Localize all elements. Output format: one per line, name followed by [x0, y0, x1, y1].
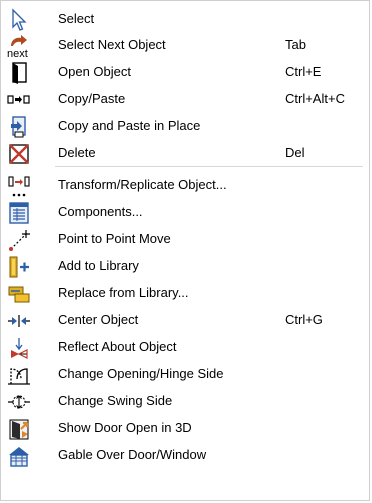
menu-item-shortcut: Ctrl+G: [285, 312, 323, 327]
context-menu: Select next Select Next Object Tab Open …: [0, 0, 370, 501]
menu-item-show-door-open-3d[interactable]: Show Door Open in 3D: [1, 415, 369, 442]
copy-paste-in-place-icon: [7, 115, 31, 139]
menu-item-label: Copy and Paste in Place: [58, 118, 201, 133]
center-object-icon: [7, 309, 31, 333]
replace-from-library-icon: [7, 282, 31, 306]
menu-item-components[interactable]: Components...: [1, 199, 369, 226]
transform-replicate-icon: [7, 174, 31, 198]
menu-item-change-swing-side[interactable]: Change Swing Side: [1, 388, 369, 415]
menu-separator: [55, 166, 363, 167]
delete-icon: [7, 142, 31, 166]
menu-item-label: Replace from Library...: [58, 285, 189, 300]
gable-icon: [7, 444, 31, 468]
change-hinge-side-icon: [7, 363, 31, 387]
menu-item-open-object[interactable]: Open Object Ctrl+E: [1, 59, 369, 86]
menu-item-shortcut: Ctrl+E: [285, 64, 322, 79]
menu-item-gable-over-door-window[interactable]: Gable Over Door/Window: [1, 442, 369, 469]
menu-item-shortcut: Ctrl+Alt+C: [285, 91, 345, 106]
menu-item-label: Delete: [58, 145, 96, 160]
menu-item-label: Change Swing Side: [58, 393, 173, 408]
menu-item-label: Select: [58, 11, 95, 26]
open-object-icon: [7, 61, 31, 85]
select-next-icon: next: [7, 34, 31, 60]
add-to-library-icon: [7, 255, 31, 279]
menu-item-replace-from-library[interactable]: Replace from Library...: [1, 280, 369, 307]
menu-item-delete[interactable]: Delete Del: [1, 140, 369, 167]
menu-item-point-to-point-move[interactable]: Point to Point Move: [1, 226, 369, 253]
menu-item-copy-paste[interactable]: Copy/Paste Ctrl+Alt+C: [1, 86, 369, 113]
menu-item-label: Change Opening/Hinge Side: [58, 366, 224, 381]
change-swing-side-icon: [7, 390, 31, 414]
menu-item-shortcut: Tab: [285, 37, 306, 52]
menu-item-reflect-about-object[interactable]: Reflect About Object: [1, 334, 369, 361]
menu-item-label: Gable Over Door/Window: [58, 447, 207, 462]
menu-item-shortcut: Del: [285, 145, 305, 160]
menu-item-add-to-library[interactable]: Add to Library: [1, 253, 369, 280]
menu-item-center-object[interactable]: Center Object Ctrl+G: [1, 307, 369, 334]
menu-item-label: Components...: [58, 204, 143, 219]
door-open-3d-icon: [7, 417, 31, 441]
menu-item-copy-paste-in-place[interactable]: Copy and Paste in Place: [1, 113, 369, 140]
menu-item-transform-replicate[interactable]: Transform/Replicate Object...: [1, 172, 369, 199]
menu-item-label: Add to Library: [58, 258, 139, 273]
menu-item-label: Point to Point Move: [58, 231, 171, 246]
menu-item-label: Copy/Paste: [58, 91, 126, 106]
menu-item-label: Reflect About Object: [58, 339, 177, 354]
components-icon: [7, 201, 31, 225]
menu-item-label: Select Next Object: [58, 37, 166, 52]
point-to-point-move-icon: [7, 228, 31, 252]
reflect-icon: [7, 336, 31, 360]
menu-item-select[interactable]: Select: [1, 6, 369, 33]
menu-item-change-hinge-side[interactable]: Change Opening/Hinge Side: [1, 361, 369, 388]
menu-item-label: Show Door Open in 3D: [58, 420, 192, 435]
copy-paste-icon: [7, 88, 31, 112]
menu-item-label: Center Object: [58, 312, 139, 327]
menu-item-select-next-object[interactable]: next Select Next Object Tab: [1, 32, 369, 60]
select-arrow-icon: [7, 8, 31, 32]
menu-item-label: Transform/Replicate Object...: [58, 177, 227, 192]
menu-item-label: Open Object: [58, 64, 131, 79]
